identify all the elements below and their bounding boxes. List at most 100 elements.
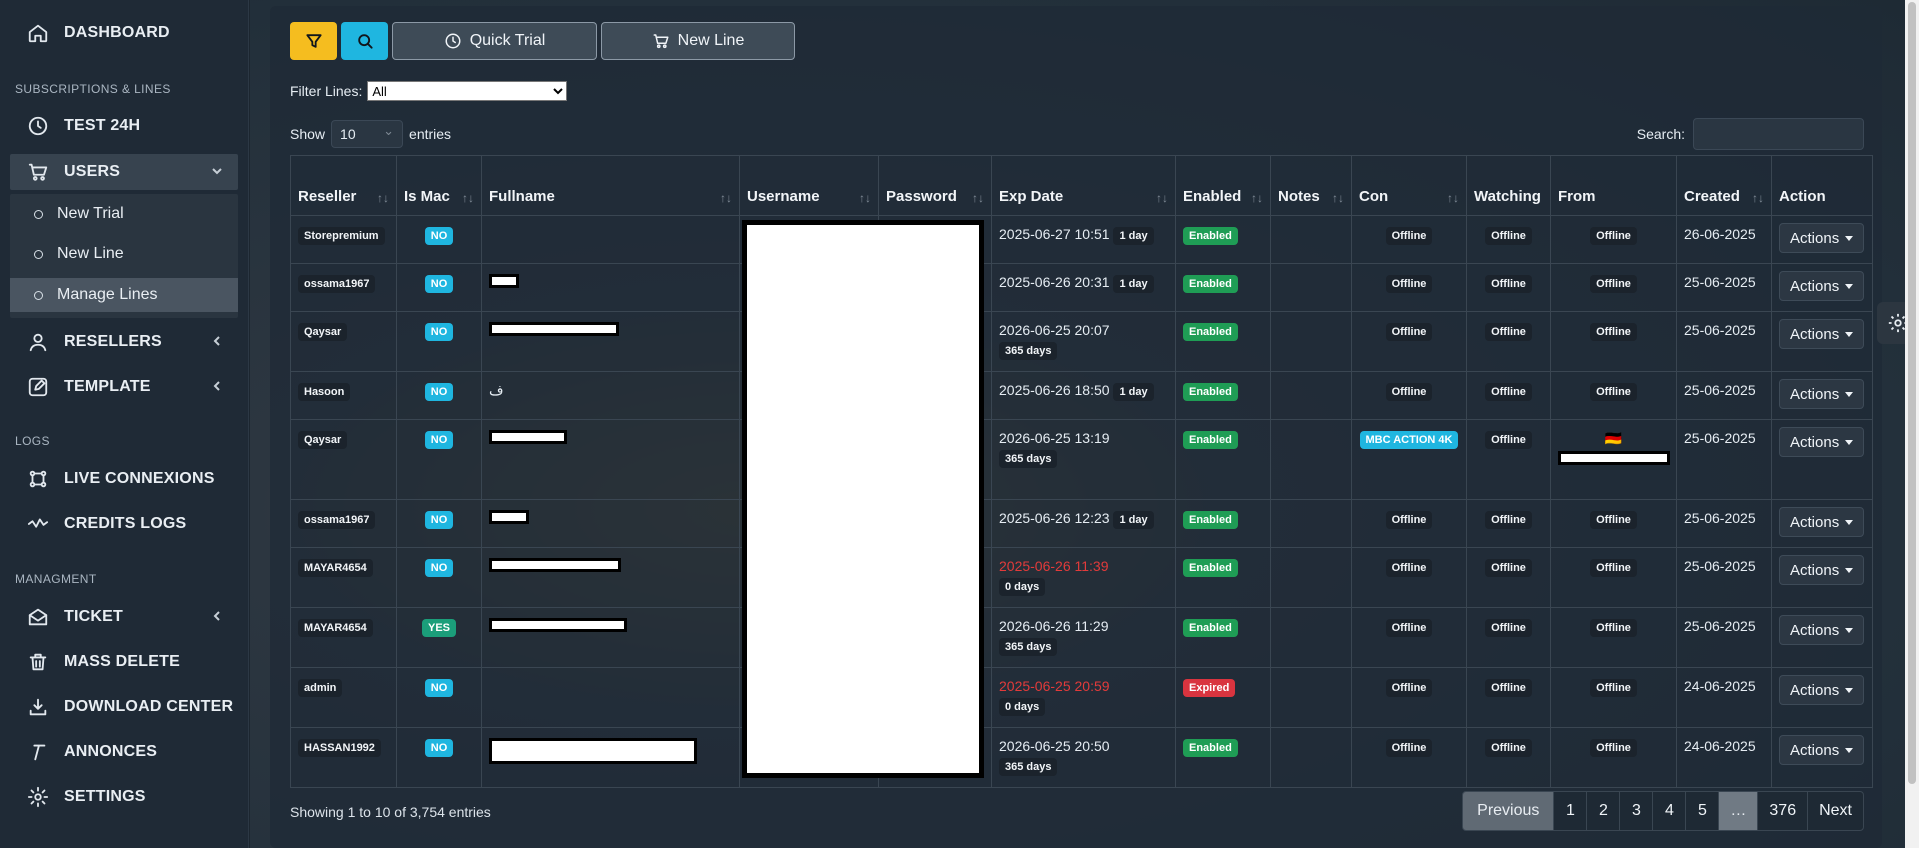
col-header[interactable]: Notes ↑↓: [1270, 155, 1352, 216]
col-header[interactable]: Is Mac ↑↓: [396, 155, 482, 216]
nav-dashboard[interactable]: DASHBOARD: [10, 15, 238, 51]
nav-label: LIVE CONNEXIONS: [64, 470, 215, 487]
is-mac-badge: NO: [424, 323, 454, 341]
cell-action: Actions: [1771, 215, 1873, 264]
cell-enabled: Enabled: [1175, 547, 1271, 608]
sort-icon: ↑↓: [859, 191, 871, 205]
nav-download-center[interactable]: DOWNLOAD CENTER: [10, 689, 238, 725]
actions-dropdown-button[interactable]: Actions: [1779, 735, 1865, 765]
col-header-label: Con: [1359, 188, 1389, 205]
cell-reseller: ossama1967: [290, 263, 397, 312]
search-input[interactable]: [1693, 118, 1864, 150]
sub-item-manage-lines[interactable]: Manage Lines: [10, 278, 238, 312]
created-text: 25-06-2025: [1684, 618, 1756, 634]
cell-created: 24-06-2025: [1676, 727, 1772, 788]
col-header: Action: [1771, 155, 1873, 216]
nav-template[interactable]: TEMPLATE: [10, 369, 238, 405]
actions-dropdown-button[interactable]: Actions: [1779, 223, 1865, 253]
cell-from: Offline: [1550, 263, 1677, 312]
sub-item-label: Manage Lines: [57, 286, 158, 303]
actions-dropdown-button[interactable]: Actions: [1779, 507, 1865, 537]
actions-dropdown-button[interactable]: Actions: [1779, 379, 1865, 409]
col-header: Watching: [1466, 155, 1551, 216]
nav-credits-logs[interactable]: CREDITS LOGS: [10, 506, 238, 542]
watching-badge: Offline: [1485, 739, 1532, 757]
cell-from: Offline: [1550, 547, 1677, 608]
cell-reseller: Storepremium: [290, 215, 397, 264]
nav-live-connexions[interactable]: LIVE CONNEXIONS: [10, 461, 238, 497]
sub-item-new-line[interactable]: New Line: [10, 237, 238, 271]
scrollbar-thumb[interactable]: [1908, 2, 1916, 784]
actions-dropdown-button[interactable]: Actions: [1779, 675, 1865, 705]
col-header[interactable]: Password ↑↓: [878, 155, 992, 216]
cell-fullname: [481, 419, 740, 500]
nav-users[interactable]: USERS: [10, 154, 238, 190]
watching-badge: Offline: [1485, 511, 1532, 529]
cell-watching: Offline: [1466, 727, 1551, 788]
actions-dropdown-button[interactable]: Actions: [1779, 427, 1865, 457]
con-badge: Offline: [1385, 619, 1433, 637]
sub-item-new-trial[interactable]: New Trial: [10, 197, 238, 231]
col-header-label: Enabled: [1183, 188, 1242, 205]
pagination-page[interactable]: 4: [1652, 791, 1687, 831]
nav-resellers[interactable]: RESELLERS: [10, 324, 238, 360]
created-text: 24-06-2025: [1684, 678, 1756, 694]
cell-fullname: [481, 667, 740, 728]
from-badge: Offline: [1590, 739, 1637, 757]
cart-icon: [653, 34, 669, 49]
download-icon: [26, 695, 50, 719]
actions-dropdown-button[interactable]: Actions: [1779, 271, 1865, 301]
watching-badge: Offline: [1485, 619, 1532, 637]
watching-badge: Offline: [1485, 559, 1532, 577]
reseller-badge: Qaysar: [298, 323, 348, 341]
nav-test24h[interactable]: TEST 24H: [10, 108, 238, 144]
cell-is-mac: NO: [396, 263, 482, 312]
created-text: 25-06-2025: [1684, 274, 1756, 290]
col-header[interactable]: Con ↑↓: [1351, 155, 1467, 216]
nav-settings[interactable]: SETTINGS: [10, 779, 238, 815]
page-scrollbar[interactable]: [1905, 0, 1919, 848]
col-header[interactable]: Username ↑↓: [739, 155, 879, 216]
quick-trial-button[interactable]: Quick Trial: [392, 22, 597, 60]
col-header[interactable]: Reseller ↑↓: [290, 155, 397, 216]
pagination-page[interactable]: 5: [1685, 791, 1720, 831]
col-header: From: [1550, 155, 1677, 216]
cell-from: Offline: [1550, 499, 1677, 548]
nav-mass-delete[interactable]: MASS DELETE: [10, 644, 238, 680]
col-header[interactable]: Fullname ↑↓: [481, 155, 740, 216]
pagination-page[interactable]: 376: [1757, 791, 1809, 831]
watching-badge: Offline: [1485, 383, 1532, 401]
pagination-next[interactable]: Next: [1807, 791, 1864, 831]
pagination-page[interactable]: 2: [1586, 791, 1621, 831]
filter-button[interactable]: [290, 22, 337, 60]
col-header-label: Is Mac: [404, 188, 450, 205]
clock-icon: [26, 114, 50, 138]
actions-dropdown-button[interactable]: Actions: [1779, 615, 1865, 645]
col-header[interactable]: Exp Date ↑↓: [991, 155, 1176, 216]
exp-date-text: 2025-06-25 20:59: [999, 678, 1110, 694]
cell-watching: Offline: [1466, 499, 1551, 548]
sort-icon: ↑↓: [1752, 191, 1764, 205]
caret-down-icon: [1845, 391, 1854, 397]
actions-dropdown-button[interactable]: Actions: [1779, 319, 1865, 349]
col-header-label: Reseller: [298, 188, 357, 205]
search-button[interactable]: [341, 22, 388, 60]
enabled-badge: Enabled: [1183, 619, 1238, 637]
circle-icon: [34, 209, 43, 219]
actions-dropdown-button[interactable]: Actions: [1779, 555, 1865, 585]
new-line-button[interactable]: New Line: [601, 22, 795, 60]
cell-reseller: Qaysar: [290, 419, 397, 500]
col-header[interactable]: Enabled ↑↓: [1175, 155, 1271, 216]
caret-down-icon: [1845, 519, 1854, 525]
cell-created: 24-06-2025: [1676, 667, 1772, 728]
col-header[interactable]: Created ↑↓: [1676, 155, 1772, 216]
filter-lines-select[interactable]: All: [367, 81, 568, 101]
cell-created: 25-06-2025: [1676, 419, 1772, 500]
pagination-page[interactable]: 3: [1619, 791, 1654, 831]
pagination-previous[interactable]: Previous: [1462, 791, 1555, 831]
is-mac-badge: NO: [424, 431, 454, 449]
pagination-page[interactable]: 1: [1553, 791, 1588, 831]
page-length-select[interactable]: 10: [331, 120, 404, 148]
nav-ticket[interactable]: TICKET: [10, 599, 238, 635]
nav-annonces[interactable]: ANNONCES: [10, 734, 238, 770]
